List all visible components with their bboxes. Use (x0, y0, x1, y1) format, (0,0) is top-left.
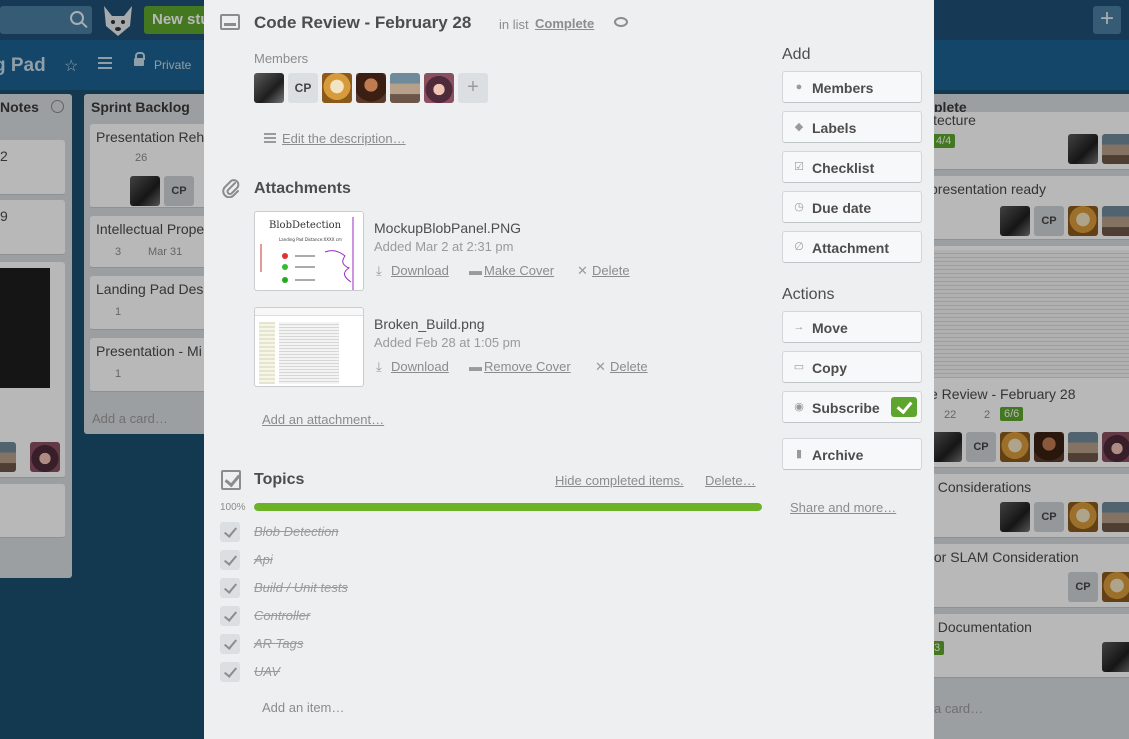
member-avatar[interactable] (322, 73, 352, 103)
person-icon: ● (795, 81, 803, 93)
button-label: Copy (812, 360, 847, 376)
download-link[interactable]: ⤓ Download (376, 359, 449, 375)
delete-attachment-link[interactable]: ✕ Delete (577, 263, 630, 279)
member-avatar[interactable] (390, 73, 420, 103)
progress-bar (254, 503, 762, 511)
delete-checklist-link[interactable]: Delete… (705, 473, 756, 488)
paperclip-icon: ∅ (794, 241, 804, 253)
list-name-link[interactable]: Complete (535, 16, 594, 31)
subscribed-check-icon (891, 397, 917, 417)
checkbox-checked[interactable] (220, 606, 240, 626)
members-button[interactable]: ● Members (782, 71, 922, 103)
members-label: Members (254, 51, 309, 66)
edit-description-link[interactable]: Edit the description… (282, 131, 406, 146)
add-member-button[interactable]: + (458, 73, 488, 103)
checklist-title[interactable]: Topics (254, 471, 304, 489)
archive-button[interactable]: ▮ Archive (782, 438, 922, 470)
checklist-item-label[interactable]: Controller (254, 608, 310, 623)
checklist-item[interactable]: UAV (220, 662, 760, 684)
member-avatar[interactable] (356, 73, 386, 103)
checklist-item-label[interactable]: Blob Detection (254, 524, 339, 539)
actions-heading: Actions (782, 286, 835, 303)
button-label: Due date (812, 200, 872, 216)
attachment-thumbnail[interactable] (254, 307, 364, 387)
clock-icon: ◷ (794, 201, 804, 213)
download-icon: ⤓ (376, 263, 382, 278)
delete-attachment-link[interactable]: ✕ Delete (595, 359, 648, 375)
checkbox-checked[interactable] (220, 578, 240, 598)
paperclip-icon (222, 179, 240, 198)
checkbox-checked[interactable] (220, 522, 240, 542)
trash-icon: ▮ (795, 448, 803, 460)
cover-icon: ▬ (469, 263, 482, 278)
progress-fill (254, 503, 762, 511)
checklist-icon (221, 470, 241, 490)
button-label: Archive (812, 447, 864, 463)
labels-button[interactable]: ◆ Labels (782, 111, 922, 143)
attachment-name[interactable]: MockupBlobPanel.PNG (374, 220, 521, 236)
add-item-link[interactable]: Add an item… (262, 700, 344, 715)
checklist-item[interactable]: Api (220, 550, 760, 572)
eye-icon (614, 17, 628, 27)
member-avatar[interactable] (254, 73, 284, 103)
card-icon (220, 14, 240, 30)
in-list-label: in list (499, 17, 529, 32)
checkbox-checked[interactable] (220, 634, 240, 654)
checklist-item-label[interactable]: UAV (254, 664, 280, 679)
checkbox-checked[interactable] (220, 662, 240, 682)
tag-icon: ◆ (794, 121, 804, 133)
due-date-button[interactable]: ◷ Due date (782, 191, 922, 223)
button-label: Attachment (812, 240, 890, 256)
attachment-name[interactable]: Broken_Build.png (374, 316, 485, 332)
download-link[interactable]: ⤓ Download (376, 263, 449, 279)
subscribe-button[interactable]: ◉ Subscribe (782, 391, 922, 423)
card-icon: ▭ (793, 361, 805, 373)
checklist-item-label[interactable]: AR Tags (254, 636, 303, 651)
checklist-item[interactable]: Blob Detection (220, 522, 760, 544)
remove-cover-link[interactable]: ▬ Remove Cover (469, 359, 571, 374)
eye-icon: ◉ (794, 401, 804, 413)
card-title[interactable]: Code Review - February 28 (254, 13, 471, 33)
thumb-subtitle: Landing Pad Distance:XXXX cm (279, 237, 342, 242)
member-avatar[interactable] (424, 73, 454, 103)
close-icon: ✕ (577, 263, 588, 278)
description-icon (264, 133, 276, 143)
button-label: Subscribe (812, 400, 880, 416)
add-heading: Add (782, 46, 811, 63)
checklist-item[interactable]: Controller (220, 606, 760, 628)
checklist-item-label[interactable]: Build / Unit tests (254, 580, 348, 595)
button-label: Checklist (812, 160, 875, 176)
thumb-title: BlobDetection (269, 220, 342, 231)
checklist-button[interactable]: ☑ Checklist (782, 151, 922, 183)
make-cover-link[interactable]: ▬ Make Cover (469, 263, 554, 278)
button-label: Members (812, 80, 874, 96)
checklist-item[interactable]: Build / Unit tests (220, 578, 760, 600)
attachments-heading: Attachments (254, 180, 351, 197)
add-attachment-link[interactable]: Add an attachment… (262, 412, 384, 427)
card-detail-modal: Code Review - February 28 in list Comple… (204, 0, 934, 739)
move-button[interactable]: → Move (782, 311, 922, 343)
hide-completed-link[interactable]: Hide completed items. (555, 473, 684, 488)
arrow-right-icon: → (793, 321, 805, 333)
button-label: Move (812, 320, 848, 336)
checkbox-icon: ☑ (794, 161, 804, 173)
cover-icon: ▬ (469, 359, 482, 374)
button-label: Labels (812, 120, 857, 136)
progress-percent: 100% (220, 502, 246, 513)
attachment-button[interactable]: ∅ Attachment (782, 231, 922, 263)
checklist-item[interactable]: AR Tags (220, 634, 760, 656)
download-icon: ⤓ (376, 359, 382, 374)
close-icon: ✕ (595, 359, 606, 374)
member-avatar[interactable]: CP (288, 73, 318, 103)
attachment-thumbnail[interactable]: BlobDetection Landing Pad Distance:XXXX … (254, 211, 364, 291)
share-and-more-link[interactable]: Share and more… (790, 500, 896, 515)
checkbox-checked[interactable] (220, 550, 240, 570)
copy-button[interactable]: ▭ Copy (782, 351, 922, 383)
attachment-date: Added Feb 28 at 1:05 pm (374, 335, 521, 350)
checklist-item-label[interactable]: Api (254, 552, 273, 567)
attachment-date: Added Mar 2 at 2:31 pm (374, 239, 514, 254)
